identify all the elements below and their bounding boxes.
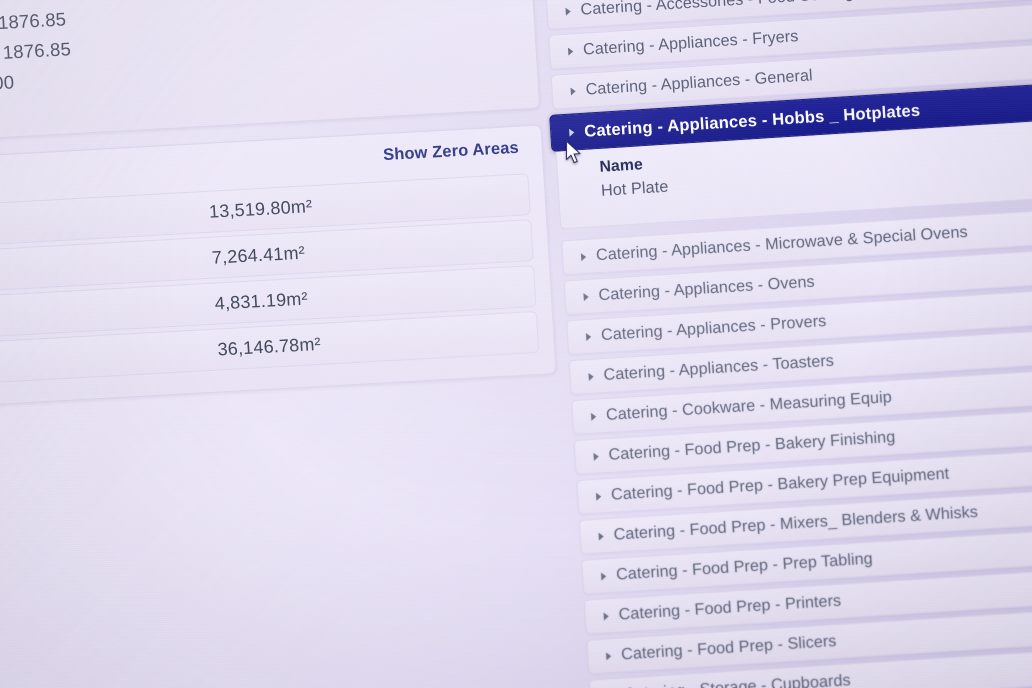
chevron-right-icon[interactable] — [591, 412, 596, 420]
cluster-row-1-value: 13,519.80m² — [208, 196, 312, 223]
list-item-label: Catering - Food Prep - Slicers — [621, 632, 837, 665]
chevron-down-icon[interactable] — [569, 128, 574, 136]
list-item-label: Catering - Food Prep - Printers — [618, 592, 842, 625]
cluster-row-2-value: 7,264.41m² — [211, 242, 305, 268]
summary-row-3-value: 0.00 — [0, 71, 15, 95]
list-item-label: Catering - Appliances - Toasters — [603, 352, 834, 385]
list-item-label: Catering - Appliances - General — [585, 66, 813, 99]
chevron-right-icon[interactable] — [596, 492, 601, 500]
chevron-right-icon[interactable] — [593, 452, 598, 460]
screen-surface: 1876.85 1876.85 ear: 0.00 s by Cluster S… — [0, 0, 1032, 688]
chevron-right-icon[interactable] — [581, 252, 586, 260]
summary-row-1: 1876.85 — [0, 8, 67, 34]
chevron-right-icon[interactable] — [568, 47, 573, 55]
chevron-right-icon[interactable] — [583, 292, 588, 300]
list-item-label: Catering - Appliances - Ovens — [598, 273, 815, 306]
chevron-right-icon[interactable] — [586, 332, 591, 340]
summary-card — [0, 0, 540, 150]
chevron-right-icon[interactable] — [601, 572, 606, 580]
cluster-row-3-value: 4,831.19m² — [214, 288, 308, 314]
category-list-panel: Catering - Accessories - Food Sealing Ca… — [528, 0, 1032, 688]
list-item-label: Catering - Cookware - Measuring Equip — [606, 388, 893, 425]
cell-name: Hot Plate — [600, 178, 669, 201]
summary-row-2-value: 1876.85 — [2, 38, 72, 64]
list-item-label: Catering - Food Prep - Prep Tabling — [616, 550, 874, 585]
show-zero-areas-link[interactable]: Show Zero Areas — [383, 138, 520, 164]
cluster-row-4-value: 36,146.78m² — [217, 333, 321, 360]
chevron-right-icon[interactable] — [570, 87, 575, 95]
summary-row-1-value: 1876.85 — [0, 8, 67, 34]
chevron-right-icon[interactable] — [565, 7, 570, 15]
mouse-pointer-icon — [564, 140, 584, 171]
list-item-label: Catering - Storage - Cupboards — [623, 671, 851, 688]
chevron-right-icon[interactable] — [606, 652, 611, 660]
list-item-label: Catering - Accessories - Food Sealing — [580, 0, 854, 20]
chevron-right-icon[interactable] — [598, 532, 603, 540]
summary-row-2: 1876.85 — [0, 38, 72, 64]
chevron-right-icon[interactable] — [588, 372, 593, 380]
left-panel: 1876.85 1876.85 ear: 0.00 s by Cluster S… — [0, 0, 563, 419]
list-item-label: Catering - Appliances - Fryers — [583, 27, 799, 60]
list-item-label: Catering - Food Prep - Bakery Finishing — [608, 428, 896, 465]
chevron-right-icon[interactable] — [603, 612, 608, 620]
column-header-name: Name — [599, 156, 643, 177]
list-item-label: Catering - Appliances - Provers — [601, 312, 827, 345]
